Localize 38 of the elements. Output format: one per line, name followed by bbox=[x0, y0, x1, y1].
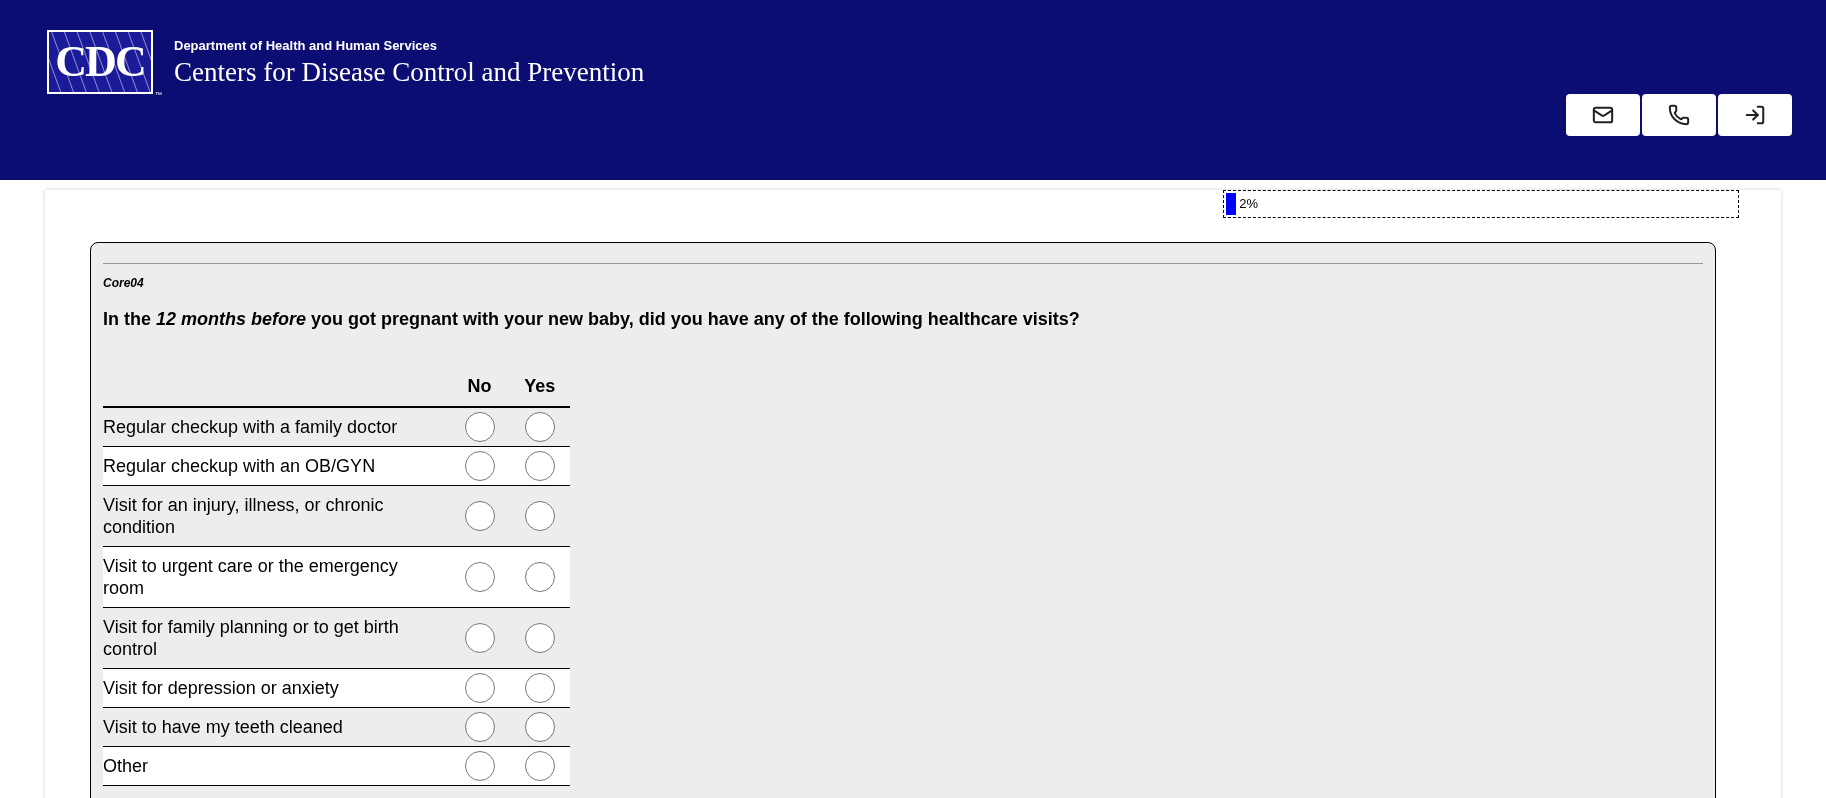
visit-label: Visit to have my teeth cleaned bbox=[103, 716, 344, 738]
visit-label: Visit for an injury, illness, or chronic condition bbox=[103, 494, 385, 538]
mail-icon bbox=[1592, 104, 1614, 126]
radio-button[interactable] bbox=[524, 412, 555, 442]
phone-icon bbox=[1668, 104, 1690, 126]
department-name: Department of Health and Human Services bbox=[174, 37, 438, 55]
question-code: Core04 bbox=[103, 275, 145, 292]
email-button[interactable] bbox=[1566, 94, 1640, 136]
radio-button[interactable] bbox=[464, 412, 495, 442]
radio-button[interactable] bbox=[524, 501, 555, 531]
radio-button[interactable] bbox=[464, 751, 495, 781]
radio-button[interactable] bbox=[524, 451, 555, 481]
radio-button[interactable] bbox=[464, 712, 495, 742]
radio-button[interactable] bbox=[464, 673, 495, 703]
visit-label: Visit for depression or anxiety bbox=[103, 677, 340, 699]
visit-label: Visit for family planning or to get birth control bbox=[103, 616, 400, 660]
radio-button[interactable] bbox=[524, 623, 555, 653]
phone-button[interactable] bbox=[1642, 94, 1716, 136]
exit-button[interactable] bbox=[1718, 94, 1792, 136]
progress-percent: 2% bbox=[1239, 195, 1259, 214]
visit-label: Other bbox=[103, 755, 150, 777]
visit-label: Regular checkup with a family doctor bbox=[103, 416, 399, 438]
radio-button[interactable] bbox=[524, 562, 555, 592]
sign-in-icon bbox=[1744, 104, 1766, 126]
agency-name: Centers for Disease Control and Prevention bbox=[174, 55, 645, 88]
radio-button[interactable] bbox=[524, 673, 555, 703]
radio-button[interactable] bbox=[524, 751, 555, 781]
question-text: In the 12 months before you got pregnant with your new baby, did you have any of the following healthcare visits? bbox=[103, 308, 1081, 331]
column-header: No bbox=[467, 376, 492, 396]
radio-button[interactable] bbox=[464, 451, 495, 481]
radio-button[interactable] bbox=[524, 712, 555, 742]
radio-button[interactable] bbox=[464, 501, 495, 531]
radio-button[interactable] bbox=[464, 623, 495, 653]
visit-label: Visit to urgent care or the emergency room bbox=[103, 555, 399, 599]
logo-text: CDC bbox=[55, 40, 145, 84]
radio-button[interactable] bbox=[464, 562, 495, 592]
column-header: Yes bbox=[524, 376, 556, 396]
visit-label: Regular checkup with an OB/GYN bbox=[103, 455, 377, 477]
